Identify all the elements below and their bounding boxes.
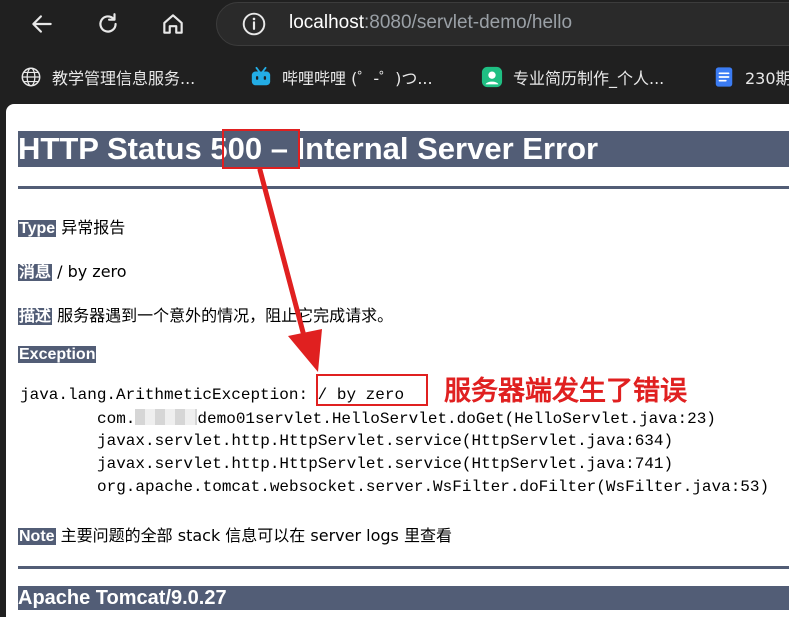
- bookmark-label: 230期: [745, 69, 789, 88]
- exception-label: Exception: [18, 346, 97, 363]
- stack-trace-line: javax.servlet.http.HttpServlet.service(H…: [97, 432, 674, 450]
- title-prefix: HTTP Status: [18, 131, 211, 166]
- type-value: 异常报告: [61, 218, 126, 237]
- exception-heading: Exception: [18, 344, 97, 364]
- url-host: localhost: [289, 12, 364, 33]
- bookmark-item-teaching[interactable]: 教学管理信息服务...: [20, 64, 195, 90]
- browser-toolbar: localhost:8080/servlet-demo/hello: [0, 0, 789, 50]
- footer-bar: Apache Tomcat/9.0.27: [18, 586, 789, 610]
- note-row: Note 主要问题的全部 stack 信息可以在 server logs 里查看: [18, 522, 452, 546]
- note-value: 主要问题的全部 stack 信息可以在 server logs 里查看: [60, 526, 452, 545]
- message-label: 消息: [18, 264, 53, 281]
- stack-trace-line: com. demo01servlet.HelloServlet.doGet(Hel…: [97, 409, 716, 428]
- stack-trace-line: org.apache.tomcat.websocket.server.WsFil…: [97, 478, 770, 496]
- type-label: Type: [18, 220, 57, 237]
- divider: [18, 186, 789, 189]
- back-button[interactable]: [22, 4, 62, 44]
- divider: [18, 566, 789, 569]
- globe-icon: [21, 67, 41, 87]
- description-label: 描述: [18, 308, 53, 325]
- highlight-box-status-code: [222, 129, 300, 169]
- bookmarks-bar: 教学管理信息服务... 哔哩哔哩 (゜-゜)つ... 专业简历制作_个人... …: [0, 50, 789, 104]
- bookmark-item-doc[interactable]: 230期: [713, 64, 789, 90]
- home-button[interactable]: [153, 4, 193, 44]
- redacted-package: [135, 409, 198, 425]
- stack-trace-line: javax.servlet.http.HttpServlet.service(H…: [97, 455, 674, 473]
- message-value: / by zero: [57, 262, 127, 281]
- stack-prefix: com.: [97, 410, 136, 428]
- page-viewport: HTTP Status 500 – Internal Server Error …: [6, 104, 789, 617]
- server-version: Apache Tomcat/9.0.27: [18, 587, 227, 609]
- stack-suffix: demo01servlet.HelloServlet.doGet(HelloSe…: [197, 410, 716, 428]
- reload-icon: [99, 13, 117, 33]
- bilibili-icon: [251, 66, 271, 86]
- resume-icon: [481, 66, 503, 88]
- type-row: Type 异常报告: [18, 214, 125, 238]
- bookmark-item-bilibili[interactable]: 哔哩哔哩 (゜-゜)つ...: [250, 64, 433, 90]
- bookmark-label: 专业简历制作_个人...: [513, 69, 665, 88]
- bookmark-item-resume[interactable]: 专业简历制作_个人...: [481, 64, 664, 90]
- url-path: :8080/servlet-demo/hello: [364, 12, 573, 33]
- address-bar[interactable]: localhost:8080/servlet-demo/hello: [216, 2, 789, 46]
- home-icon: [163, 14, 183, 34]
- doc-icon: [715, 67, 733, 87]
- annotation-text: 服务器端发生了错误: [444, 376, 687, 407]
- reload-button[interactable]: [88, 4, 128, 44]
- tomcat-error-page: HTTP Status 500 – Internal Server Error …: [6, 104, 789, 617]
- note-label: Note: [18, 528, 56, 545]
- description-value: 服务器遇到一个意外的情况，阻止它完成请求。: [57, 306, 394, 325]
- highlight-box-error-message: [316, 374, 428, 406]
- title-suffix: – Internal Server Error: [262, 131, 599, 166]
- back-arrow-icon: [32, 15, 52, 33]
- description-row: 描述 服务器遇到一个意外的情况，阻止它完成请求。: [18, 302, 393, 326]
- url-text[interactable]: localhost:8080/servlet-demo/hello: [289, 12, 572, 34]
- info-icon[interactable]: [241, 11, 267, 37]
- page-title-bar: HTTP Status 500 – Internal Server Error: [18, 131, 789, 167]
- page-title: HTTP Status 500 – Internal Server Error: [18, 131, 598, 167]
- exception-class: java.lang.ArithmeticException:: [20, 386, 309, 404]
- bookmark-label: 哔哩哔哩 (゜-゜)つ...: [282, 69, 433, 88]
- message-row: 消息 / by zero: [18, 258, 127, 282]
- bookmark-label: 教学管理信息服务...: [52, 69, 196, 88]
